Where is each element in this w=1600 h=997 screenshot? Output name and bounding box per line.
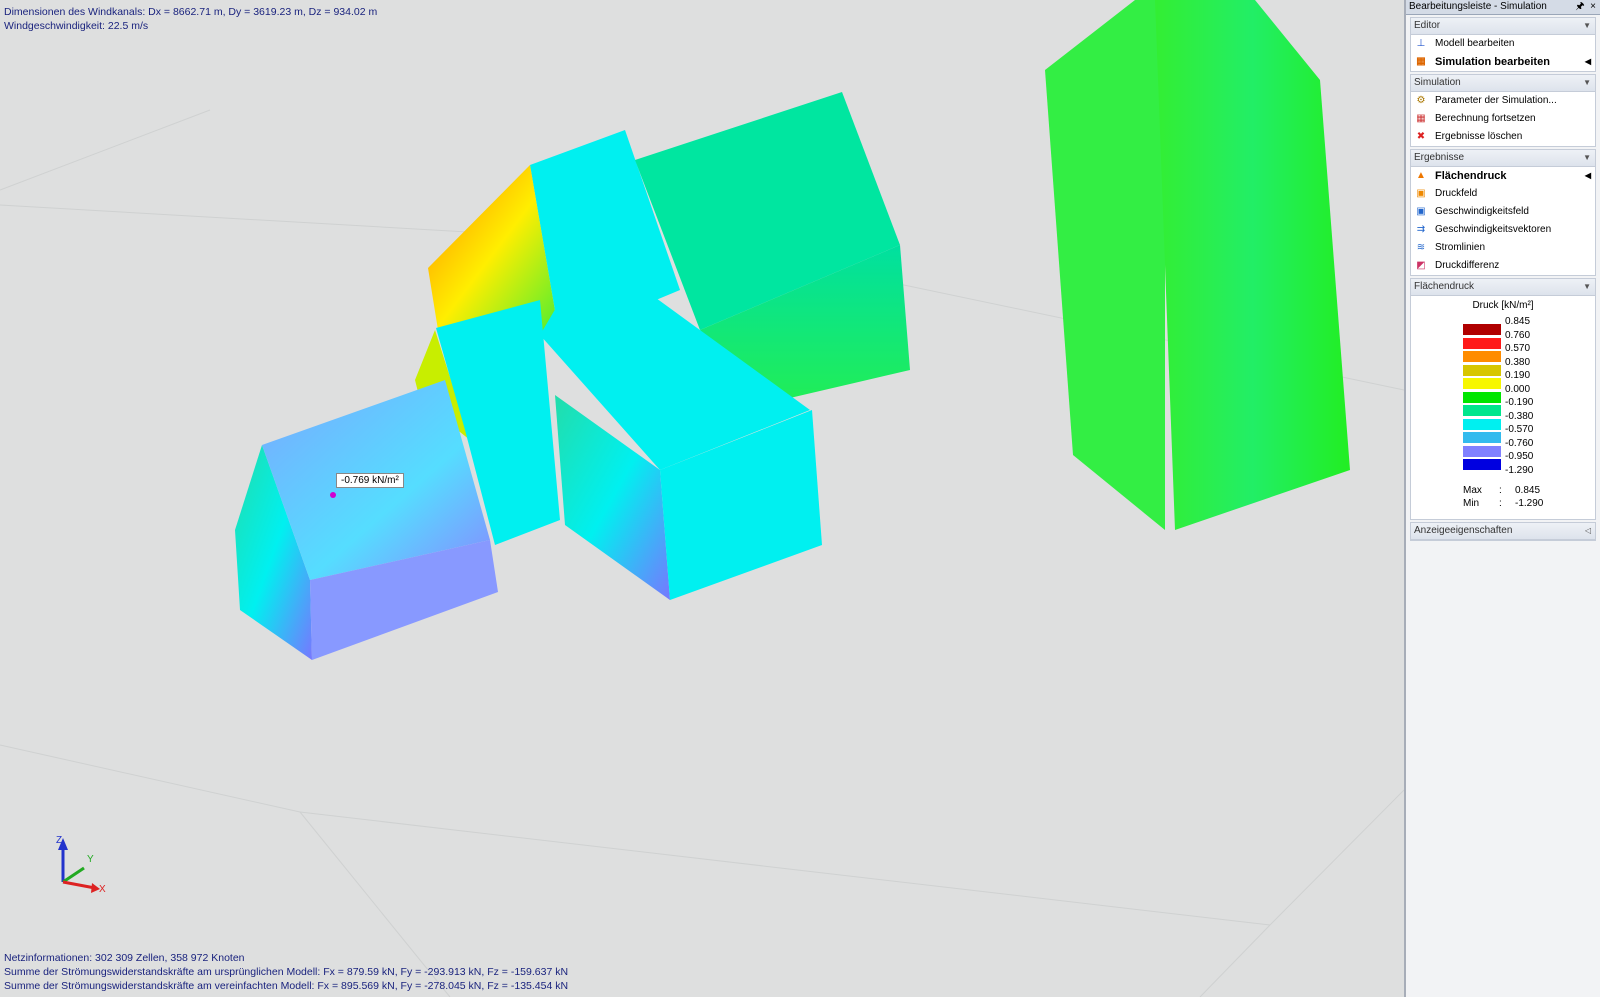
legend-value: 0.000 <box>1505 383 1531 395</box>
legend-row: 0.570 <box>1411 343 1595 362</box>
drag-forces-original: Summe der Strömungswiderstandskräfte am … <box>4 966 569 978</box>
grid-calc-icon: ▦ <box>1416 113 1426 124</box>
legend-value: -0.570 <box>1505 424 1534 435</box>
section-simulation-header[interactable]: Simulation ▼ <box>1411 75 1595 92</box>
item-stromlinien[interactable]: ≋ Stromlinien <box>1411 239 1595 257</box>
tower-left <box>1045 0 1165 530</box>
legend-value: -0.760 <box>1505 437 1534 449</box>
item-flaechendruck[interactable]: ▲ Flächendruck ◀ <box>1411 167 1595 185</box>
collapse-icon: ▼ <box>1583 21 1591 30</box>
pressure-difference-icon: ◩ <box>1416 260 1426 271</box>
legend-row: -0.760 <box>1411 437 1595 457</box>
wind-tunnel-dimensions: Dimensionen des Windkanals: Dx = 8662.71… <box>4 6 378 18</box>
surface-pressure-icon: ▲ <box>1416 170 1426 181</box>
expand-icon: ◁ <box>1584 526 1591 535</box>
legend-value: 0.845 <box>1505 316 1531 327</box>
selected-arrow-icon: ◀ <box>1584 171 1591 180</box>
axis-triad: Z Y X <box>56 835 106 895</box>
legend-value: -0.380 <box>1505 410 1534 422</box>
legend-title: Druck [kN/m²] <box>1472 300 1534 311</box>
axis-y-label: Y <box>87 854 94 865</box>
legend-row: 0.000 <box>1411 383 1595 403</box>
section-ergebnisse: Ergebnisse ▼ ▲ Flächendruck ◀ ▣ Druckfeld ▣ G… <box>1410 149 1596 276</box>
section-editor: Editor ▼ ⊥ Modell bearbeiten ▦ Simulation b… <box>1410 17 1596 72</box>
pressure-legend: Druck [kN/m²] 0.845 0.760 0.570 0.380 0.190 0… <box>1411 296 1595 519</box>
legend-row: -0.950 <box>1411 451 1595 470</box>
section-anzeigeeigenschaften: Anzeigeeigenschaften ◁ <box>1410 522 1596 541</box>
simulation-edit-icon: ▦ <box>1416 56 1426 67</box>
velocity-field-icon: ▣ <box>1416 206 1426 217</box>
streamlines-icon: ≋ <box>1416 242 1426 253</box>
item-ergebnisse-loeschen[interactable]: ✖ Ergebnisse löschen <box>1411 128 1595 146</box>
collapse-icon: ▼ <box>1583 153 1591 162</box>
section-anzeige-header[interactable]: Anzeigeeigenschaften ◁ <box>1411 523 1595 540</box>
legend-row: -1.290 <box>1411 464 1595 480</box>
legend-value: -1.290 <box>1505 464 1534 476</box>
velocity-vectors-icon: ⇉ <box>1416 224 1426 235</box>
close-icon[interactable]: × <box>1587 0 1599 13</box>
drag-forces-simplified: Summe der Strömungswiderstandskräfte am … <box>4 980 569 992</box>
legend-value: 0.570 <box>1505 343 1531 354</box>
item-druckfeld[interactable]: ▣ Druckfeld <box>1411 185 1595 203</box>
section-flaechendruck: Flächendruck ▼ Druck [kN/m²] 0.845 0.760 0.… <box>1410 278 1596 520</box>
section-flaechendruck-header[interactable]: Flächendruck ▼ <box>1411 279 1595 296</box>
legend-min: Min: -1.290 <box>1463 498 1544 509</box>
pressure-field-icon: ▣ <box>1416 188 1426 199</box>
legend-row: 0.760 <box>1411 329 1595 349</box>
task-pane: Bearbeitungsleiste - Simulation 🖈 × Edit… <box>1404 0 1600 997</box>
parameter-icon: ⚙ <box>1416 95 1426 106</box>
legend-value: -0.950 <box>1505 451 1534 462</box>
pressure-tooltip: -0.769 kN/m² <box>336 473 404 488</box>
item-simulation-bearbeiten[interactable]: ▦ Simulation bearbeiten ◀ <box>1411 53 1595 71</box>
tower-right <box>1155 0 1350 530</box>
axis-x-label: X <box>99 884 106 895</box>
legend-value: 0.190 <box>1505 370 1531 381</box>
probe-point <box>330 492 336 498</box>
legend-row: 0.380 <box>1411 356 1595 376</box>
mesh-info: Netzinformationen: 302 309 Zellen, 358 9… <box>4 952 245 964</box>
task-pane-title-text: Bearbeitungsleiste - Simulation <box>1409 1 1547 12</box>
legend-row: 0.845 <box>1411 316 1595 335</box>
item-parameter[interactable]: ⚙ Parameter der Simulation... <box>1411 92 1595 110</box>
section-simulation: Simulation ▼ ⚙ Parameter der Simulation...… <box>1410 74 1596 147</box>
buildings <box>235 0 1350 660</box>
legend-row: -0.380 <box>1411 410 1595 430</box>
legend-value: 0.760 <box>1505 329 1531 341</box>
item-druckdifferenz[interactable]: ◩ Druckdifferenz <box>1411 257 1595 275</box>
selected-arrow-icon: ◀ <box>1584 57 1591 66</box>
legend-value: 0.380 <box>1505 356 1531 368</box>
section-ergebnisse-header[interactable]: Ergebnisse ▼ <box>1411 150 1595 167</box>
item-modell-bearbeiten[interactable]: ⊥ Modell bearbeiten <box>1411 35 1595 53</box>
3d-viewport[interactable]: Z Y X Dimensionen des Windkanals: Dx = 8… <box>0 0 1404 997</box>
wind-speed: Windgeschwindigkeit: 22.5 m/s <box>4 20 149 32</box>
legend-row: -0.570 <box>1411 424 1595 443</box>
legend-value: -0.190 <box>1505 397 1534 408</box>
legend-row: 0.190 <box>1411 370 1595 389</box>
delete-results-icon: ✖ <box>1416 131 1426 142</box>
legend-row: -0.190 <box>1411 397 1595 416</box>
scene-svg: Z Y X <box>0 0 1404 997</box>
section-editor-header[interactable]: Editor ▼ <box>1411 18 1595 35</box>
task-pane-title: Bearbeitungsleiste - Simulation 🖈 × <box>1406 0 1600 15</box>
item-geschwindigkeitsvektoren[interactable]: ⇉ Geschwindigkeitsvektoren <box>1411 221 1595 239</box>
collapse-icon: ▼ <box>1583 78 1591 87</box>
item-berechnung-fortsetzen[interactable]: ▦ Berechnung fortsetzen <box>1411 110 1595 128</box>
legend-max: Max:0.845 <box>1463 485 1541 496</box>
axis-z-label: Z <box>56 835 62 846</box>
model-edit-icon: ⊥ <box>1416 38 1426 49</box>
item-geschwindigkeitsfeld[interactable]: ▣ Geschwindigkeitsfeld <box>1411 203 1595 221</box>
collapse-icon: ▼ <box>1583 282 1591 291</box>
pin-icon[interactable]: 🖈 <box>1574 0 1586 13</box>
